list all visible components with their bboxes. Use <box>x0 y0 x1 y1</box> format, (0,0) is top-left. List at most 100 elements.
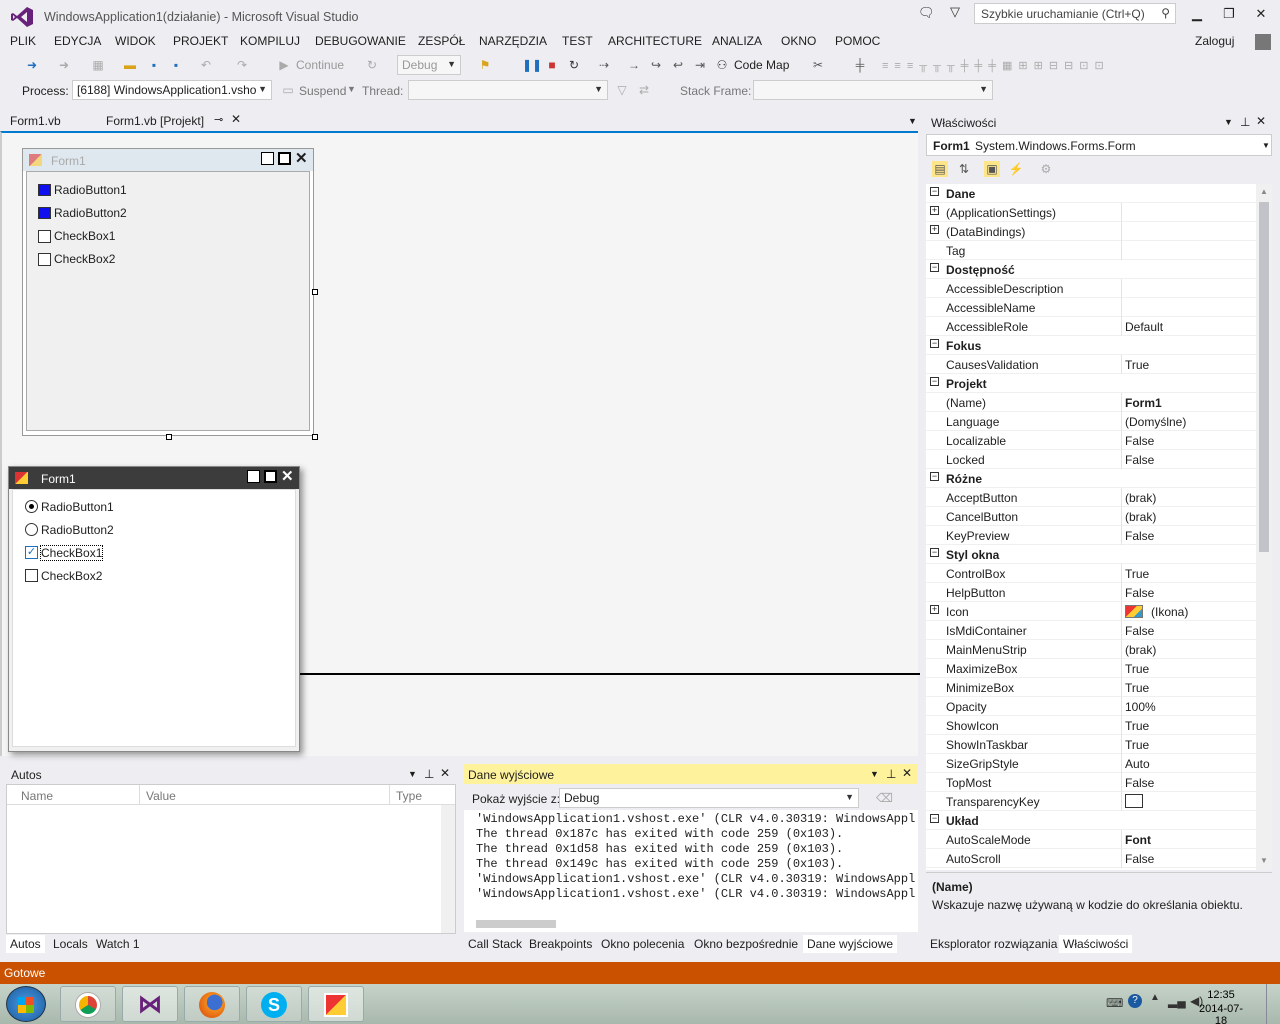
column-divider[interactable] <box>1121 526 1122 545</box>
property-row[interactable]: AccessibleDescription <box>926 279 1256 298</box>
pin-icon[interactable]: ⊸ <box>214 113 223 126</box>
checkbox2[interactable]: CheckBox2 <box>41 569 102 583</box>
new-project-icon[interactable]: ▦ <box>90 57 106 73</box>
property-category[interactable]: − Dane <box>926 184 1256 203</box>
property-pages-icon[interactable]: ⚙ <box>1038 161 1054 177</box>
property-value[interactable]: True <box>1125 738 1149 752</box>
menu-pomoc[interactable]: POMOC <box>835 32 880 48</box>
output-text-area[interactable]: 'WindowsApplication1.vshost.exe' (CLR v4… <box>464 810 918 932</box>
column-divider[interactable] <box>1121 640 1122 659</box>
menu-plik[interactable]: PLIK <box>10 32 36 48</box>
radiobutton1[interactable]: RadioButton1 <box>41 500 114 514</box>
panel-dropdown-icon[interactable]: ▼ <box>408 769 417 779</box>
property-row[interactable]: AccessibleName <box>926 298 1256 317</box>
property-row[interactable]: ShowIcon True <box>926 716 1256 735</box>
avatar[interactable] <box>1255 34 1271 50</box>
collapse-icon[interactable]: − <box>930 472 939 481</box>
property-row[interactable]: MainMenuStrip (brak) <box>926 640 1256 659</box>
step-over-icon[interactable]: ↪ <box>648 57 664 73</box>
property-row[interactable]: CancelButton (brak) <box>926 507 1256 526</box>
checkbox1-design[interactable]: CheckBox1 <box>54 229 115 243</box>
column-divider[interactable] <box>1121 830 1122 849</box>
property-value[interactable]: False <box>1125 434 1154 448</box>
hex-icon[interactable]: ⇥ <box>692 57 708 73</box>
column-divider[interactable] <box>1121 621 1122 640</box>
tab-command-window[interactable]: Okno polecenia <box>597 935 688 953</box>
close-icon[interactable]: ✕ <box>1256 114 1266 128</box>
column-divider[interactable] <box>1121 849 1122 868</box>
stack-frame-dropdown[interactable]: ▼ <box>753 80 993 100</box>
clock[interactable]: 12:35 2014-07-18 <box>1196 989 1246 1024</box>
thread-dropdown[interactable]: ▼ <box>408 80 608 100</box>
filter-icon[interactable]: ▽ <box>950 4 960 20</box>
properties-icon[interactable]: ▣ <box>984 161 1000 177</box>
step-into-icon[interactable]: → <box>626 57 642 73</box>
property-row[interactable]: + (DataBindings) <box>926 222 1256 241</box>
redo-icon[interactable]: ↷ <box>234 57 250 73</box>
events-icon[interactable]: ⚡ <box>1008 161 1024 177</box>
column-divider[interactable] <box>1121 241 1122 260</box>
property-row[interactable]: HelpButton False <box>926 583 1256 602</box>
property-value[interactable]: False <box>1125 852 1154 866</box>
property-value[interactable]: Font <box>1125 833 1151 847</box>
tab-form1-vb[interactable]: Form1.vb <box>4 111 67 131</box>
column-divider[interactable] <box>1121 564 1122 583</box>
tab-call-stack[interactable]: Call Stack <box>464 935 526 953</box>
property-row[interactable]: (Name) Form1 <box>926 393 1256 412</box>
tab-list-dropdown-icon[interactable]: ▼ <box>908 116 917 126</box>
collapse-icon[interactable]: − <box>930 548 939 557</box>
column-divider[interactable] <box>1121 697 1122 716</box>
property-row[interactable]: ShowInTaskbar True <box>926 735 1256 754</box>
property-row[interactable]: + (ApplicationSettings) <box>926 203 1256 222</box>
pause-icon[interactable]: ❚❚ <box>522 57 542 73</box>
design-form[interactable]: Form1 ✕ RadioButton1 RadioButton2 CheckB… <box>22 148 318 440</box>
close-tab-icon[interactable]: ✕ <box>231 112 241 126</box>
col-name[interactable]: Name <box>21 789 53 803</box>
collapse-icon[interactable]: − <box>930 377 939 386</box>
forward-icon[interactable]: ➜ <box>56 57 72 73</box>
tab-immediate-window[interactable]: Okno bezpośrednie <box>690 935 802 953</box>
taskbar-form-app[interactable] <box>308 986 364 1022</box>
property-row[interactable]: SizeGripStyle Auto <box>926 754 1256 773</box>
collapse-icon[interactable]: − <box>930 339 939 348</box>
property-row[interactable]: Localizable False <box>926 431 1256 450</box>
property-row[interactable]: TopMost False <box>926 773 1256 792</box>
save-all-icon[interactable]: ▪ <box>168 57 184 73</box>
horizontal-scrollbar[interactable] <box>476 920 556 928</box>
feedback-icon[interactable]: 🗨 <box>918 5 935 21</box>
column-divider[interactable] <box>1121 754 1122 773</box>
tab-breakpoints[interactable]: Breakpoints <box>525 935 596 953</box>
menu-projekt[interactable]: PROJEKT <box>173 32 228 48</box>
stop-icon[interactable]: ■ <box>544 57 560 73</box>
property-value[interactable]: False <box>1125 586 1154 600</box>
layout-tool-icon[interactable]: ✂ <box>810 57 826 73</box>
column-divider[interactable] <box>1121 678 1122 697</box>
show-next-statement-icon[interactable]: ⇢ <box>596 57 612 73</box>
property-row[interactable]: MinimizeBox True <box>926 678 1256 697</box>
menu-narzedzia[interactable]: NARZĘDZIA <box>479 32 547 48</box>
back-icon[interactable]: ➜ <box>24 57 40 73</box>
restart-icon[interactable]: ↻ <box>566 57 582 73</box>
menu-debugowanie[interactable]: DEBUGOWANIE <box>315 32 406 48</box>
checkbox-checked-icon[interactable]: ✓ <box>25 546 38 559</box>
running-form-window[interactable]: Form1 ✕ RadioButton1 RadioButton2 ✓ Chec… <box>8 466 300 752</box>
expand-icon[interactable]: + <box>930 206 939 215</box>
column-divider[interactable] <box>1121 317 1122 336</box>
col-value[interactable]: Value <box>139 785 182 805</box>
property-category[interactable]: − Układ <box>926 811 1256 830</box>
property-value[interactable]: (brak) <box>1125 510 1156 524</box>
start-button[interactable] <box>6 986 46 1022</box>
property-value[interactable]: (Domyślne) <box>1125 415 1186 429</box>
column-divider[interactable] <box>1121 488 1122 507</box>
column-divider[interactable] <box>1121 773 1122 792</box>
menu-edycja[interactable]: EDYCJA <box>54 32 101 48</box>
taskbar-visual-studio[interactable]: ⋈ <box>122 986 178 1022</box>
undo-icon[interactable]: ↶ <box>198 57 214 73</box>
align-icon[interactable]: ╪ <box>852 57 868 73</box>
panel-dropdown-icon[interactable]: ▼ <box>1224 117 1233 127</box>
column-divider[interactable] <box>1121 279 1122 298</box>
flag-threads-icon[interactable]: ⇄ <box>636 82 652 98</box>
pin-icon[interactable]: ⊥ <box>1240 115 1250 129</box>
property-value[interactable]: True <box>1125 681 1149 695</box>
property-row[interactable]: AccessibleRole Default <box>926 317 1256 336</box>
